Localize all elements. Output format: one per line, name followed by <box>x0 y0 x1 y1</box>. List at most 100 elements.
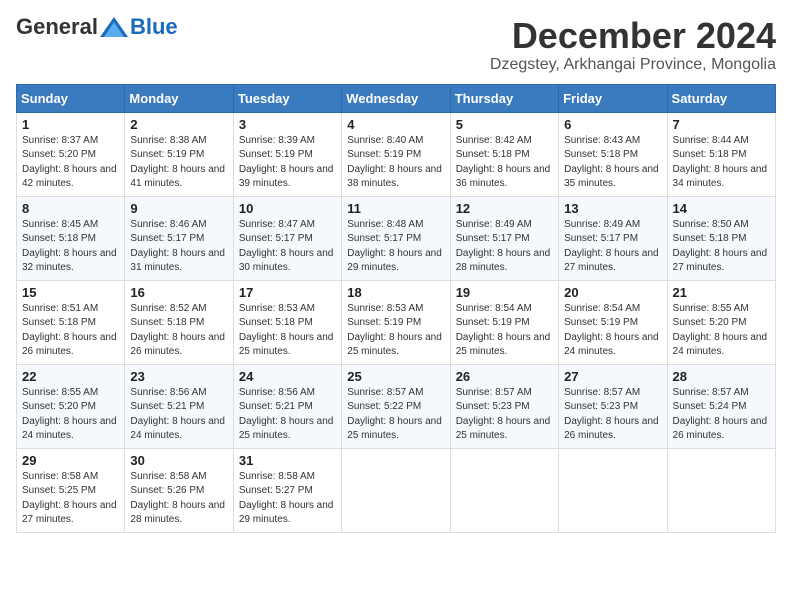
title-area: December 2024 Dzegstey, Arkhangai Provin… <box>490 16 776 74</box>
table-row: 16 Sunrise: 8:52 AM Sunset: 5:18 PM Dayl… <box>125 280 233 364</box>
sunset-label: Sunset: 5:17 PM <box>347 233 421 244</box>
col-wednesday: Wednesday <box>342 84 450 112</box>
table-row: 7 Sunrise: 8:44 AM Sunset: 5:18 PM Dayli… <box>667 112 775 196</box>
day-number: 31 <box>239 453 336 468</box>
cell-content: Sunrise: 8:58 AM Sunset: 5:26 PM Dayligh… <box>130 470 227 528</box>
sunset-label: Sunset: 5:18 PM <box>22 317 96 328</box>
daylight-label: Daylight: 8 hours and 25 minutes. <box>456 332 551 358</box>
sunset-label: Sunset: 5:19 PM <box>347 317 421 328</box>
sunrise-label: Sunrise: 8:57 AM <box>564 387 640 398</box>
page-header: General Blue December 2024 Dzegstey, Ark… <box>16 16 776 74</box>
sunrise-label: Sunrise: 8:51 AM <box>22 303 98 314</box>
daylight-label: Daylight: 8 hours and 26 minutes. <box>564 416 659 442</box>
sunrise-label: Sunrise: 8:37 AM <box>22 135 98 146</box>
day-number: 10 <box>239 201 336 216</box>
daylight-label: Daylight: 8 hours and 26 minutes. <box>130 332 225 358</box>
cell-content: Sunrise: 8:45 AM Sunset: 5:18 PM Dayligh… <box>22 218 119 276</box>
day-number: 21 <box>673 285 770 300</box>
cell-content: Sunrise: 8:40 AM Sunset: 5:19 PM Dayligh… <box>347 134 444 192</box>
day-number: 11 <box>347 201 444 216</box>
daylight-label: Daylight: 8 hours and 25 minutes. <box>239 416 334 442</box>
sunrise-label: Sunrise: 8:49 AM <box>564 219 640 230</box>
table-row: 26 Sunrise: 8:57 AM Sunset: 5:23 PM Dayl… <box>450 364 558 448</box>
cell-content: Sunrise: 8:48 AM Sunset: 5:17 PM Dayligh… <box>347 218 444 276</box>
daylight-label: Daylight: 8 hours and 39 minutes. <box>239 164 334 190</box>
sunset-label: Sunset: 5:17 PM <box>456 233 530 244</box>
sunset-label: Sunset: 5:19 PM <box>130 149 204 160</box>
day-number: 12 <box>456 201 553 216</box>
calendar-week-row: 8 Sunrise: 8:45 AM Sunset: 5:18 PM Dayli… <box>17 196 776 280</box>
sunset-label: Sunset: 5:18 PM <box>564 149 638 160</box>
daylight-label: Daylight: 8 hours and 30 minutes. <box>239 248 334 274</box>
sunset-label: Sunset: 5:18 PM <box>456 149 530 160</box>
sunrise-label: Sunrise: 8:58 AM <box>22 471 98 482</box>
day-number: 22 <box>22 369 119 384</box>
calendar-week-row: 15 Sunrise: 8:51 AM Sunset: 5:18 PM Dayl… <box>17 280 776 364</box>
sunrise-label: Sunrise: 8:57 AM <box>673 387 749 398</box>
col-sunday: Sunday <box>17 84 125 112</box>
location-subtitle: Dzegstey, Arkhangai Province, Mongolia <box>490 56 776 74</box>
cell-content: Sunrise: 8:57 AM Sunset: 5:23 PM Dayligh… <box>456 386 553 444</box>
daylight-label: Daylight: 8 hours and 27 minutes. <box>22 500 117 526</box>
daylight-label: Daylight: 8 hours and 31 minutes. <box>130 248 225 274</box>
sunrise-label: Sunrise: 8:57 AM <box>347 387 423 398</box>
day-number: 26 <box>456 369 553 384</box>
table-row: 15 Sunrise: 8:51 AM Sunset: 5:18 PM Dayl… <box>17 280 125 364</box>
sunrise-label: Sunrise: 8:54 AM <box>564 303 640 314</box>
table-row: 4 Sunrise: 8:40 AM Sunset: 5:19 PM Dayli… <box>342 112 450 196</box>
sunset-label: Sunset: 5:19 PM <box>456 317 530 328</box>
sunrise-label: Sunrise: 8:55 AM <box>22 387 98 398</box>
cell-content: Sunrise: 8:54 AM Sunset: 5:19 PM Dayligh… <box>564 302 661 360</box>
daylight-label: Daylight: 8 hours and 25 minutes. <box>347 416 442 442</box>
cell-content: Sunrise: 8:58 AM Sunset: 5:25 PM Dayligh… <box>22 470 119 528</box>
table-row: 19 Sunrise: 8:54 AM Sunset: 5:19 PM Dayl… <box>450 280 558 364</box>
sunrise-label: Sunrise: 8:57 AM <box>456 387 532 398</box>
sunrise-label: Sunrise: 8:58 AM <box>239 471 315 482</box>
daylight-label: Daylight: 8 hours and 24 minutes. <box>22 416 117 442</box>
table-row: 6 Sunrise: 8:43 AM Sunset: 5:18 PM Dayli… <box>559 112 667 196</box>
sunrise-label: Sunrise: 8:38 AM <box>130 135 206 146</box>
day-number: 7 <box>673 117 770 132</box>
cell-content: Sunrise: 8:49 AM Sunset: 5:17 PM Dayligh… <box>564 218 661 276</box>
daylight-label: Daylight: 8 hours and 42 minutes. <box>22 164 117 190</box>
cell-content: Sunrise: 8:47 AM Sunset: 5:17 PM Dayligh… <box>239 218 336 276</box>
table-row <box>450 448 558 532</box>
sunset-label: Sunset: 5:23 PM <box>564 401 638 412</box>
day-number: 6 <box>564 117 661 132</box>
sunrise-label: Sunrise: 8:43 AM <box>564 135 640 146</box>
table-row: 29 Sunrise: 8:58 AM Sunset: 5:25 PM Dayl… <box>17 448 125 532</box>
calendar-table: Sunday Monday Tuesday Wednesday Thursday… <box>16 84 776 533</box>
table-row: 27 Sunrise: 8:57 AM Sunset: 5:23 PM Dayl… <box>559 364 667 448</box>
daylight-label: Daylight: 8 hours and 29 minutes. <box>347 248 442 274</box>
day-number: 27 <box>564 369 661 384</box>
daylight-label: Daylight: 8 hours and 35 minutes. <box>564 164 659 190</box>
daylight-label: Daylight: 8 hours and 25 minutes. <box>456 416 551 442</box>
sunrise-label: Sunrise: 8:55 AM <box>673 303 749 314</box>
day-number: 17 <box>239 285 336 300</box>
logo-blue: Blue <box>130 16 178 38</box>
table-row: 12 Sunrise: 8:49 AM Sunset: 5:17 PM Dayl… <box>450 196 558 280</box>
table-row: 1 Sunrise: 8:37 AM Sunset: 5:20 PM Dayli… <box>17 112 125 196</box>
table-row: 18 Sunrise: 8:53 AM Sunset: 5:19 PM Dayl… <box>342 280 450 364</box>
sunset-label: Sunset: 5:20 PM <box>673 317 747 328</box>
cell-content: Sunrise: 8:53 AM Sunset: 5:19 PM Dayligh… <box>347 302 444 360</box>
sunrise-label: Sunrise: 8:56 AM <box>130 387 206 398</box>
day-number: 18 <box>347 285 444 300</box>
cell-content: Sunrise: 8:55 AM Sunset: 5:20 PM Dayligh… <box>673 302 770 360</box>
sunrise-label: Sunrise: 8:47 AM <box>239 219 315 230</box>
day-number: 1 <box>22 117 119 132</box>
daylight-label: Daylight: 8 hours and 24 minutes. <box>130 416 225 442</box>
sunset-label: Sunset: 5:20 PM <box>22 149 96 160</box>
daylight-label: Daylight: 8 hours and 28 minutes. <box>130 500 225 526</box>
day-number: 16 <box>130 285 227 300</box>
col-friday: Friday <box>559 84 667 112</box>
daylight-label: Daylight: 8 hours and 24 minutes. <box>673 332 768 358</box>
table-row: 20 Sunrise: 8:54 AM Sunset: 5:19 PM Dayl… <box>559 280 667 364</box>
sunrise-label: Sunrise: 8:52 AM <box>130 303 206 314</box>
table-row: 13 Sunrise: 8:49 AM Sunset: 5:17 PM Dayl… <box>559 196 667 280</box>
daylight-label: Daylight: 8 hours and 32 minutes. <box>22 248 117 274</box>
daylight-label: Daylight: 8 hours and 26 minutes. <box>22 332 117 358</box>
daylight-label: Daylight: 8 hours and 24 minutes. <box>564 332 659 358</box>
col-tuesday: Tuesday <box>233 84 341 112</box>
sunrise-label: Sunrise: 8:45 AM <box>22 219 98 230</box>
